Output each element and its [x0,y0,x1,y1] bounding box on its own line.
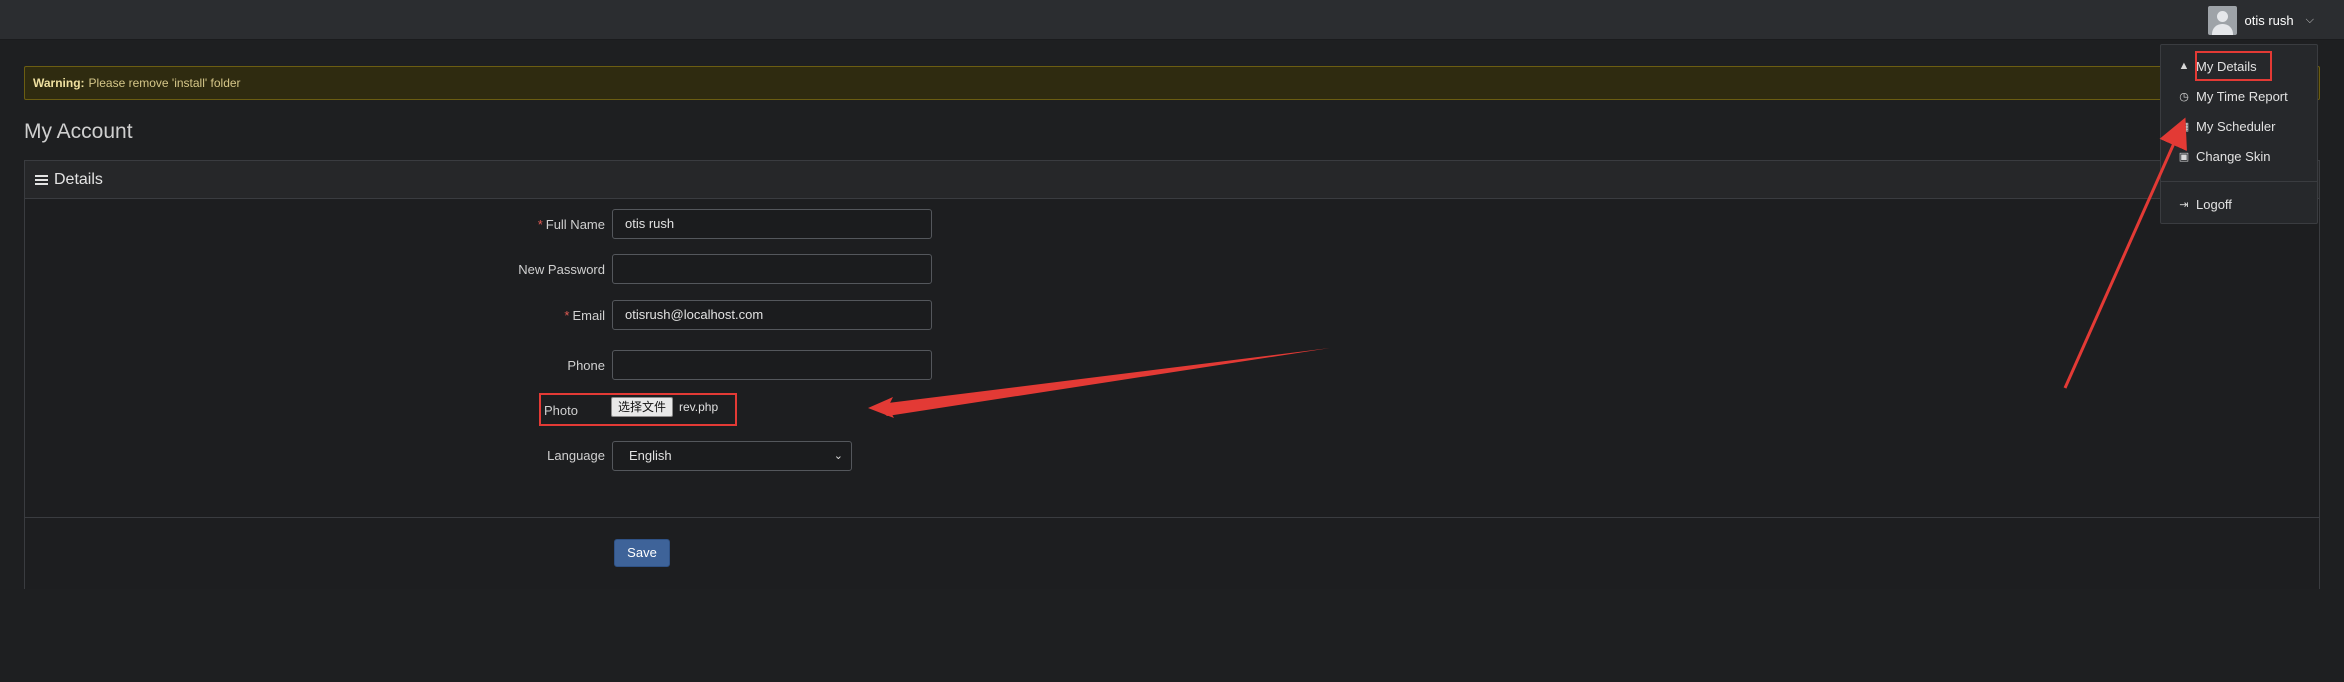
image-icon: ▣ [2178,150,2190,163]
warning-label: Warning: [33,76,85,90]
user-menu-toggle[interactable]: otis rush ⌵ [2207,4,2314,36]
language-selected: English [629,448,672,463]
logoff-icon: ⇥ [2179,198,2189,211]
panel-title: Details [54,170,103,188]
phone-label: Phone [567,358,605,373]
chevron-down-icon: ⌄ [833,450,843,462]
menu-item-my-scheduler[interactable]: ▦ My Scheduler [2161,112,2317,140]
phone-input[interactable] [612,350,932,380]
warning-text: Please remove 'install' folder [88,76,241,90]
required-marker: * [537,217,543,232]
calendar-icon: ▦ [2178,120,2190,133]
menu-item-change-skin[interactable]: ▣ Change Skin [2161,142,2317,170]
top-navbar: otis rush ⌵ [0,0,2344,40]
new-password-input[interactable] [612,254,932,284]
menu-item-my-time-report[interactable]: ◷ My Time Report [2161,82,2317,110]
details-panel: Details * Full Name otis rush New Passwor… [24,160,2320,589]
panel-header: Details [25,161,2319,199]
warning-alert: Warning: Please remove 'install' folder [24,66,2320,100]
required-marker: * [564,308,570,323]
user-name: otis rush [2244,12,2294,28]
full-name-input[interactable]: otis rush [612,209,932,239]
new-password-label: New Password [518,262,605,277]
my-details-highlight-box [2195,51,2272,81]
user-icon: ▲ [2178,60,2190,72]
language-label: Language [547,448,605,463]
menu-divider [2161,181,2317,182]
full-name-label: * Full Name [537,217,605,232]
panel-footer: Save [25,517,2319,589]
page-title: My Account [24,120,133,143]
clock-icon: ◷ [2179,90,2189,103]
menu-item-logoff[interactable]: ⇥ Logoff [2161,190,2317,218]
email-input[interactable]: otisrush@localhost.com [612,300,932,330]
email-label: * Email [564,308,605,323]
photo-highlight-box [539,393,737,426]
chevron-down-icon: ⌵ [2305,13,2314,26]
avatar [2207,5,2237,35]
save-button[interactable]: Save [614,539,670,567]
menu-icon [35,173,48,187]
language-select[interactable]: English ⌄ [612,441,852,471]
